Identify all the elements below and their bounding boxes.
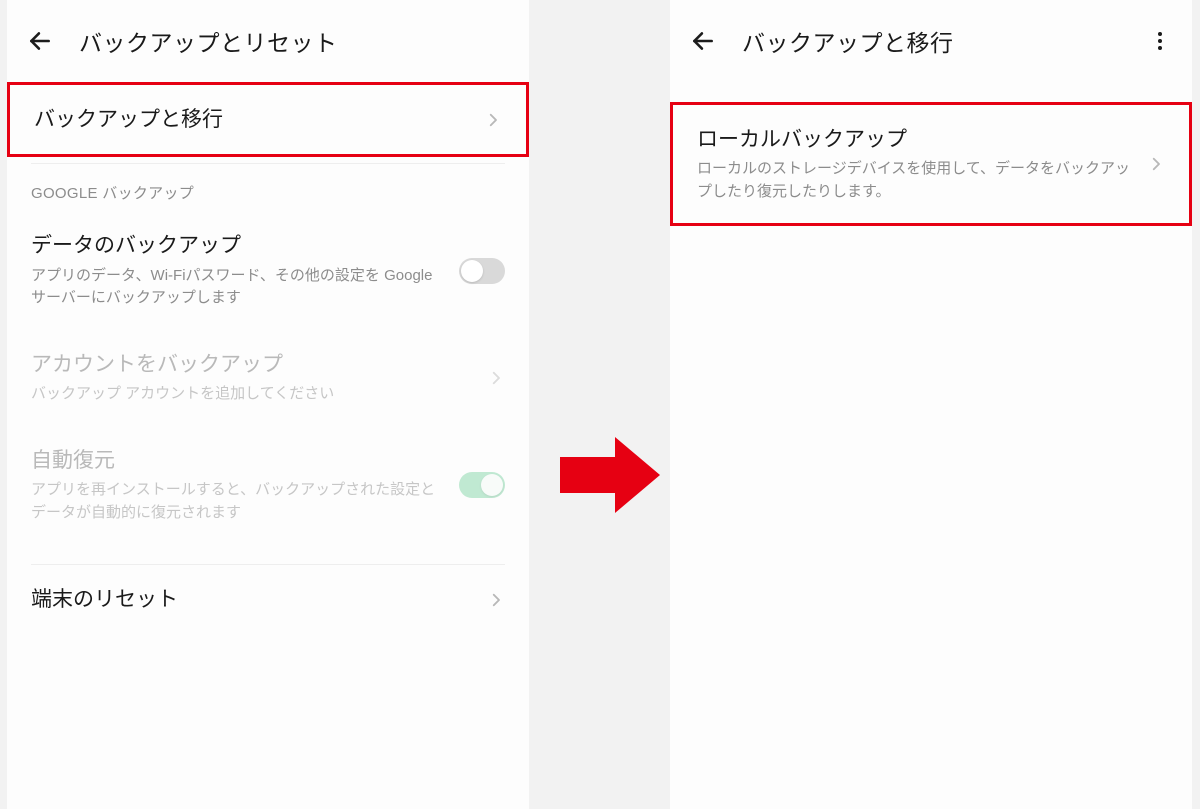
section-label-google: GOOGLE バックアップ [7, 164, 529, 211]
screen-backup-reset: バックアップとリセット バックアップと移行 GOOGLE バックアップ データの… [7, 0, 529, 809]
chevron-right-icon [487, 591, 505, 609]
header-bar: バックアップと移行 [670, 0, 1192, 82]
row-device-reset[interactable]: 端末のリセット [7, 565, 529, 634]
row-title: 自動復元 [31, 446, 449, 475]
page-title: バックアップとリセット [79, 24, 509, 58]
row-title: データのバックアップ [31, 231, 449, 260]
row-title: 端末のリセット [31, 585, 477, 614]
row-subtitle: アプリを再インストールすると、バックアップされた設定とデータが自動的に復元されま… [31, 479, 449, 524]
page-title: バックアップと移行 [742, 24, 1148, 58]
toggle-data-backup[interactable] [459, 258, 505, 284]
row-backup-migrate[interactable]: バックアップと移行 [7, 82, 529, 157]
back-arrow-icon[interactable] [690, 28, 716, 54]
header-bar: バックアップとリセット [7, 0, 529, 82]
chevron-right-icon [1147, 155, 1165, 173]
back-arrow-icon[interactable] [27, 28, 53, 54]
row-subtitle: ローカルのストレージデバイスを使用して、データをバックアップしたり復元したりしま… [697, 158, 1137, 203]
flow-arrow-icon [560, 435, 660, 515]
row-local-backup[interactable]: ローカルバックアップ ローカルのストレージデバイスを使用して、データをバックアッ… [670, 102, 1192, 226]
row-title: バックアップと移行 [34, 105, 474, 134]
row-title: ローカルバックアップ [697, 125, 1137, 154]
screen-backup-migrate: バックアップと移行 ローカルバックアップ ローカルのストレージデバイスを使用して… [670, 0, 1192, 809]
chevron-right-icon [487, 369, 505, 387]
more-vertical-icon[interactable] [1148, 29, 1172, 53]
row-data-backup[interactable]: データのバックアップ アプリのデータ、Wi-Fiパスワード、その他の設定を Go… [7, 211, 529, 329]
row-subtitle: アプリのデータ、Wi-Fiパスワード、その他の設定を Google サーバーにバ… [31, 265, 449, 310]
row-account-backup: アカウントをバックアップ バックアップ アカウントを追加してください [7, 330, 529, 426]
toggle-auto-restore [459, 472, 505, 498]
row-title: アカウントをバックアップ [31, 350, 477, 379]
chevron-right-icon [484, 111, 502, 129]
row-auto-restore: 自動復元 アプリを再インストールすると、バックアップされた設定とデータが自動的に… [7, 426, 529, 544]
row-subtitle: バックアップ アカウントを追加してください [31, 383, 477, 406]
